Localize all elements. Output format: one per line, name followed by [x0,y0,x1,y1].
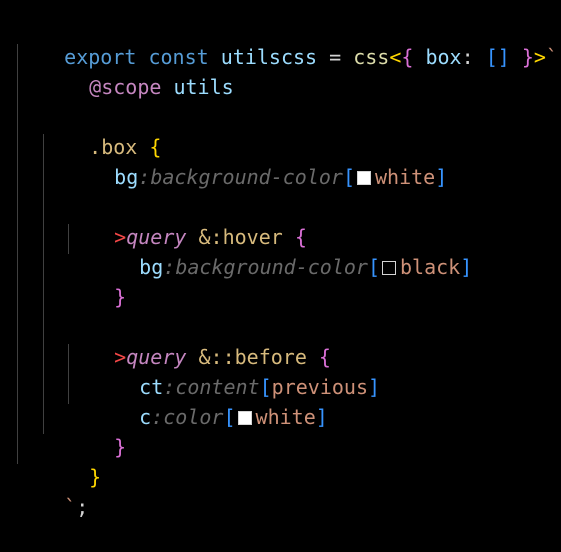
code-line-5[interactable]: bg:background-color[ white] [66,132,447,189]
prop-shorthand: bg [114,165,139,189]
type-colon: : [461,45,474,69]
prop-colon: : [163,255,176,279]
color-swatch-icon[interactable] [382,261,397,275]
color-swatch-icon[interactable] [357,171,372,185]
color-swatch-icon[interactable] [237,411,252,425]
block-close-brace: } [89,465,102,489]
prop-shorthand: bg [139,255,164,279]
type-close-brace: } [521,45,534,69]
code-line-14[interactable]: } [66,402,126,459]
query-close-brace: } [114,435,127,459]
template-close: ` [64,495,77,519]
value-close-bracket: ] [435,165,448,189]
prop-shorthand: c [139,405,152,429]
code-line-8[interactable]: bg:background-color[ black] [91,222,472,279]
code-line-4[interactable]: .box { [41,102,161,159]
generic-close: > [533,45,546,69]
prop-fullname: background-color [150,165,343,189]
value-text: white [255,405,316,429]
scope-name: utils [173,75,234,99]
code-line-7[interactable]: >query &:hover { [66,192,307,249]
type-array: [] [485,45,510,69]
generic-open: < [389,45,402,69]
code-editor[interactable]: export const utilscss = css<{ box: [] }>… [0,0,561,521]
code-line-15[interactable]: } [41,432,101,489]
semicolon: ; [76,495,89,519]
indent-guide-1 [17,44,18,464]
value-close-bracket: ] [367,375,381,399]
operator-equals: = [329,45,342,69]
value-open-bracket: [ [342,165,356,189]
code-line-16[interactable]: `; [16,462,88,519]
variable-name: utilscss [220,45,318,69]
value-text: white [375,165,436,189]
value-close-bracket: ] [460,255,473,279]
code-line-11[interactable]: >query &::before { [66,312,331,369]
prop-colon: : [151,405,164,429]
type-key: box [425,45,462,69]
value-text: black [400,255,461,279]
at-rule-scope: @scope [89,75,162,99]
type-open-brace: { [401,45,414,69]
template-open: ` [545,45,558,69]
tag-function: css [353,45,390,69]
value-open-bracket: [ [367,255,381,279]
code-line-9[interactable]: } [66,252,126,309]
prop-fullname: background-color [175,255,368,279]
value-close-bracket: ] [315,405,328,429]
query-close-brace: } [114,285,127,309]
code-line-13[interactable]: c:color[ white] [91,372,328,429]
prop-colon: : [138,165,151,189]
code-line-2[interactable]: @scope utils [41,42,234,99]
prop-fullname: color [163,405,224,429]
code-line-1[interactable]: export const utilscss = css<{ box: [] }>… [16,12,558,69]
code-line-12[interactable]: ct:content[previous] [91,342,380,399]
value-open-bracket: [ [223,405,236,429]
